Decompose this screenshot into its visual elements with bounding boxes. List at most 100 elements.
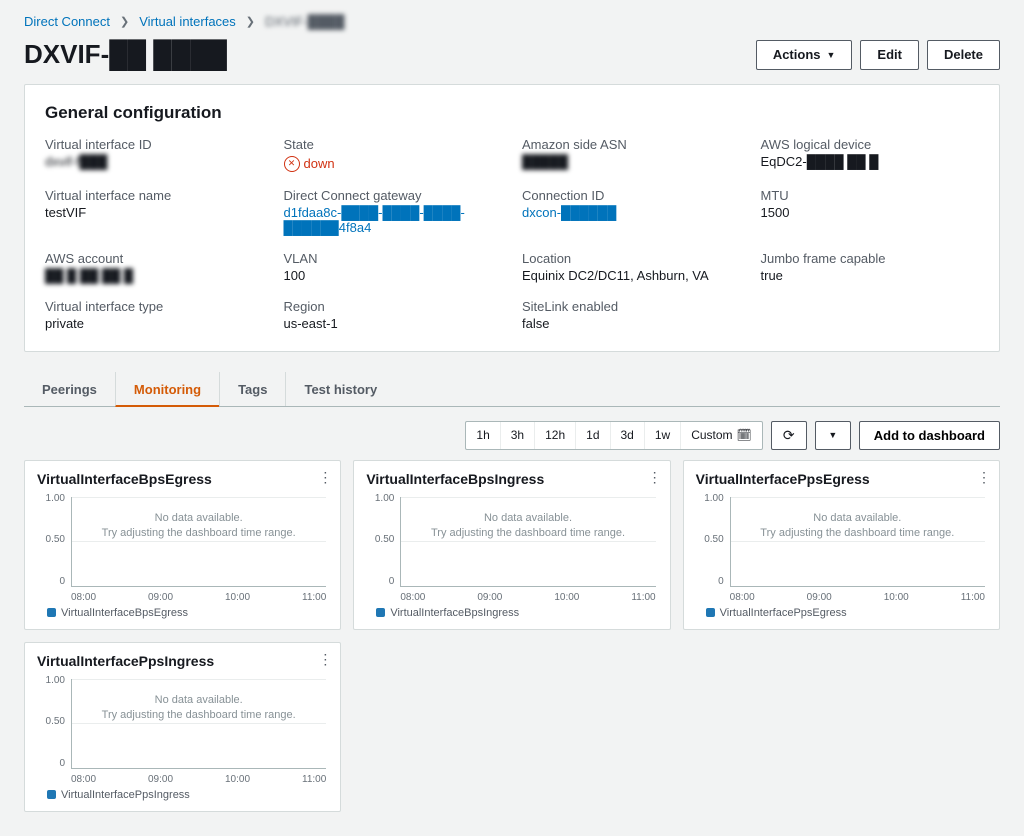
y-tick: 0 <box>696 576 724 587</box>
label: Amazon side ASN <box>522 137 741 152</box>
legend-swatch <box>47 608 56 617</box>
x-tick: 10:00 <box>884 592 909 603</box>
label: Direct Connect gateway <box>284 188 503 203</box>
chart-card: VirtualInterfacePpsIngress⋮1.000.500No d… <box>24 642 341 812</box>
page-title: DXVIF-██ ████ <box>24 39 227 70</box>
label: MTU <box>761 188 980 203</box>
value: testVIF <box>45 205 264 220</box>
x-tick: 08:00 <box>730 592 755 603</box>
breadcrumb-virtual-interfaces[interactable]: Virtual interfaces <box>139 14 236 29</box>
y-tick: 0 <box>37 576 65 587</box>
label: Location <box>522 251 741 266</box>
label: AWS account <box>45 251 264 266</box>
refresh-icon: ⟳ <box>783 427 795 444</box>
y-tick: 1.00 <box>37 675 65 686</box>
label: Virtual interface type <box>45 299 264 314</box>
time-1w[interactable]: 1w <box>645 422 681 449</box>
y-tick: 0.50 <box>696 534 724 545</box>
field-virtual-interface-id: Virtual interface ID dxvif-f███ <box>45 137 264 172</box>
label: Region <box>284 299 503 314</box>
label: AWS logical device <box>761 137 980 152</box>
time-1d[interactable]: 1d <box>576 422 610 449</box>
no-data-message: No data available.Try adjusting the dash… <box>730 511 985 542</box>
tabs: Peerings Monitoring Tags Test history <box>24 372 1000 407</box>
breadcrumb-root[interactable]: Direct Connect <box>24 14 110 29</box>
actions-button[interactable]: Actions ▼ <box>756 40 853 70</box>
label: Virtual interface ID <box>45 137 264 152</box>
time-1h[interactable]: 1h <box>466 422 500 449</box>
chart-menu-button[interactable]: ⋮ <box>648 469 662 486</box>
value: 100 <box>284 268 503 283</box>
field-connection-id: Connection ID dxcon-██████ <box>522 188 741 235</box>
field-mtu: MTU 1500 <box>761 188 980 235</box>
field-direct-connect-gateway: Direct Connect gateway d1fdaa8c-████-███… <box>284 188 503 235</box>
more-options-button[interactable]: ▼ <box>815 421 851 450</box>
label: Jumbo frame capable <box>761 251 980 266</box>
chart-title: VirtualInterfacePpsIngress <box>37 653 328 669</box>
chart-title: VirtualInterfaceBpsIngress <box>366 471 657 487</box>
no-data-message: No data available.Try adjusting the dash… <box>71 693 326 724</box>
refresh-button[interactable]: ⟳ <box>771 421 807 450</box>
time-3h[interactable]: 3h <box>501 422 535 449</box>
legend-label: VirtualInterfacePpsIngress <box>61 789 190 801</box>
tab-monitoring[interactable]: Monitoring <box>115 372 219 407</box>
value: dxvif-f███ <box>45 154 264 169</box>
field-sitelink-enabled: SiteLink enabled false <box>522 299 741 331</box>
field-location: Location Equinix DC2/DC11, Ashburn, VA <box>522 251 741 283</box>
legend-swatch <box>47 790 56 799</box>
actions-label: Actions <box>773 46 821 64</box>
label: Virtual interface name <box>45 188 264 203</box>
x-tick: 11:00 <box>302 774 326 785</box>
x-tick: 10:00 <box>554 592 579 603</box>
value: EqDC2-████ ██ █ <box>761 154 980 169</box>
label: SiteLink enabled <box>522 299 741 314</box>
time-3d[interactable]: 3d <box>611 422 645 449</box>
chart-legend: VirtualInterfacePpsEgress <box>706 607 987 619</box>
field-virtual-interface-type: Virtual interface type private <box>45 299 264 331</box>
tab-tags[interactable]: Tags <box>219 372 285 406</box>
tab-peerings[interactable]: Peerings <box>24 372 115 406</box>
chart-card: VirtualInterfaceBpsEgress⋮1.000.500No da… <box>24 460 341 630</box>
delete-button[interactable]: Delete <box>927 40 1000 70</box>
legend-swatch <box>376 608 385 617</box>
time-12h[interactable]: 12h <box>535 422 576 449</box>
x-tick: 11:00 <box>302 592 326 603</box>
x-tick: 08:00 <box>400 592 425 603</box>
caret-down-icon: ▼ <box>826 46 835 64</box>
section-title: General configuration <box>45 103 979 123</box>
state-text: down <box>304 156 335 171</box>
edit-button[interactable]: Edit <box>860 40 919 70</box>
x-tick: 09:00 <box>148 774 173 785</box>
no-data-message: No data available.Try adjusting the dash… <box>400 511 655 542</box>
x-tick: 08:00 <box>71 774 96 785</box>
breadcrumb: Direct Connect ❯ Virtual interfaces ❯ DX… <box>24 14 1000 29</box>
field-amazon-side-asn: Amazon side ASN █████ <box>522 137 741 172</box>
value: false <box>522 316 741 331</box>
x-tick: 09:00 <box>148 592 173 603</box>
tab-test-history[interactable]: Test history <box>285 372 395 406</box>
time-range-selector: 1h 3h 12h 1d 3d 1w Custom 🗓 <box>465 421 762 450</box>
value-link[interactable]: dxcon-██████ <box>522 205 741 220</box>
x-tick: 08:00 <box>71 592 96 603</box>
y-tick: 1.00 <box>366 493 394 504</box>
field-state: State ✕ down <box>284 137 503 172</box>
chevron-right-icon: ❯ <box>246 15 255 28</box>
y-tick: 0 <box>366 576 394 587</box>
caret-down-icon: ▼ <box>828 430 837 440</box>
field-vlan: VLAN 100 <box>284 251 503 283</box>
field-jumbo-frame-capable: Jumbo frame capable true <box>761 251 980 283</box>
x-tick: 11:00 <box>961 592 985 603</box>
time-custom[interactable]: Custom 🗓 <box>681 422 762 449</box>
time-custom-label: Custom <box>691 428 732 442</box>
add-to-dashboard-button[interactable]: Add to dashboard <box>859 421 1000 450</box>
chart-legend: VirtualInterfaceBpsIngress <box>376 607 657 619</box>
value-link[interactable]: d1fdaa8c-████-████-████-██████4f8a4 <box>284 205 503 235</box>
y-tick: 0.50 <box>366 534 394 545</box>
no-data-message: No data available.Try adjusting the dash… <box>71 511 326 542</box>
legend-label: VirtualInterfaceBpsIngress <box>390 607 519 619</box>
y-tick: 1.00 <box>37 493 65 504</box>
chart-menu-button[interactable]: ⋮ <box>977 469 991 486</box>
chart-legend: VirtualInterfaceBpsEgress <box>47 607 328 619</box>
chart-menu-button[interactable]: ⋮ <box>318 651 332 668</box>
chart-menu-button[interactable]: ⋮ <box>318 469 332 486</box>
